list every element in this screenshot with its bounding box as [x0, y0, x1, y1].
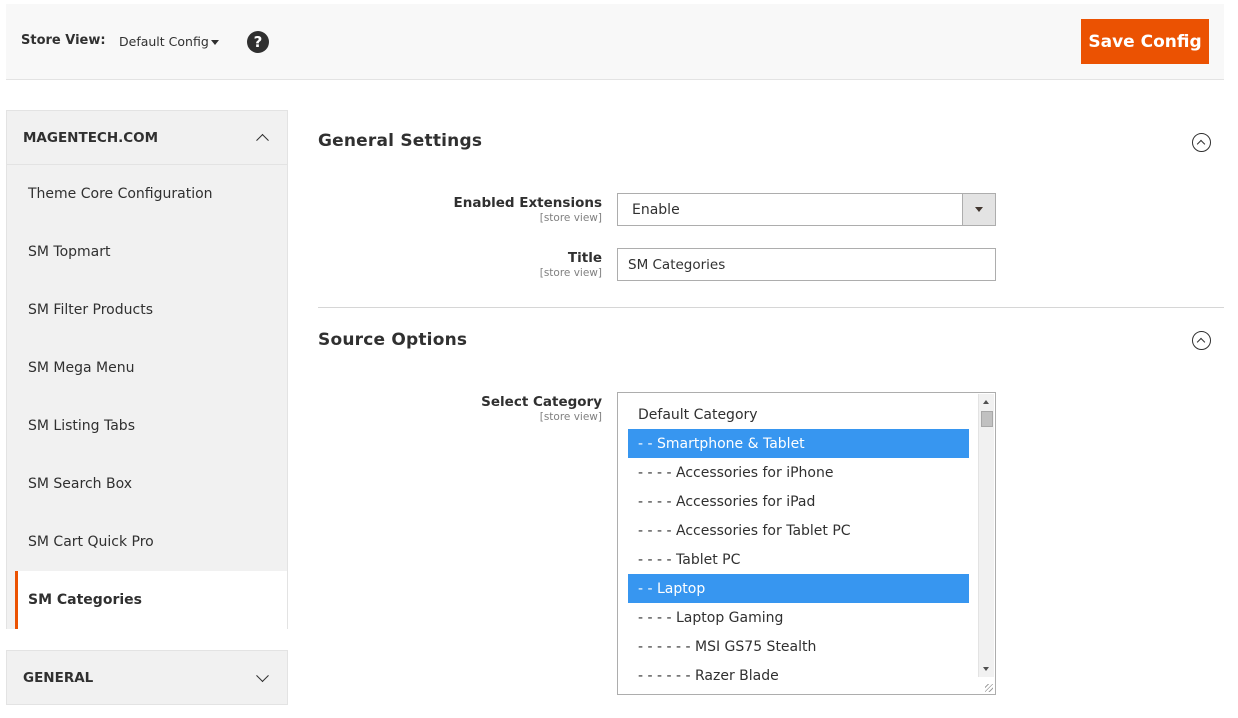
sidebar-section-title: MAGENTECH.COM — [23, 129, 159, 146]
save-config-button[interactable]: Save Config — [1081, 19, 1209, 64]
category-option[interactable]: - - - - Accessories for iPhone — [628, 458, 969, 487]
sidebar-item-sm-filter-products[interactable]: SM Filter Products — [7, 281, 287, 339]
sidebar-item-sm-mega-menu[interactable]: SM Mega Menu — [7, 339, 287, 397]
sidebar-item-sm-cart-quick-pro[interactable]: SM Cart Quick Pro — [7, 513, 287, 571]
sidebar-item-sm-search-box[interactable]: SM Search Box — [7, 455, 287, 513]
select-value: Enable — [632, 201, 680, 218]
field-scope: [store view] — [539, 411, 602, 423]
sidebar-item-list: Theme Core Configuration SM Topmart SM F… — [6, 165, 288, 629]
category-multiselect[interactable]: Default Category - - Smartphone & Tablet… — [617, 392, 996, 695]
title-input[interactable] — [617, 248, 996, 281]
help-icon[interactable]: ? — [247, 31, 269, 53]
scroll-down-arrow-icon[interactable] — [983, 667, 989, 671]
collapse-icon[interactable] — [1192, 133, 1211, 152]
sidebar-item-sm-topmart[interactable]: SM Topmart — [7, 223, 287, 281]
field-label-select-category: Select Category — [481, 394, 602, 410]
collapse-icon[interactable] — [1192, 331, 1211, 350]
category-option[interactable]: - - - - Accessories for iPad — [628, 487, 969, 516]
page-actions-bar: Store View: Default Config ? Save Config — [6, 4, 1224, 80]
sidebar-item-label: SM Categories — [28, 592, 142, 608]
store-view-switcher[interactable]: Default Config — [119, 34, 209, 49]
sidebar-section-magentech[interactable]: MAGENTECH.COM — [6, 110, 288, 165]
sidebar-item-label: SM Filter Products — [28, 302, 153, 318]
field-scope: [store view] — [539, 267, 602, 279]
sidebar-item-sm-listing-tabs[interactable]: SM Listing Tabs — [7, 397, 287, 455]
chevron-down-icon — [256, 668, 269, 682]
resize-handle-icon[interactable] — [985, 684, 993, 692]
sidebar-item-label: SM Topmart — [28, 244, 111, 260]
scrollbar-thumb[interactable] — [981, 411, 993, 427]
sidebar-item-label: Theme Core Configuration — [28, 186, 213, 202]
caret-down-icon[interactable] — [211, 40, 219, 45]
sidebar-item-sm-categories[interactable]: SM Categories — [15, 571, 287, 629]
multiselect-options: Default Category - - Smartphone & Tablet… — [628, 400, 969, 690]
sidebar-item-label: SM Mega Menu — [28, 360, 135, 376]
category-option[interactable]: - - - - Accessories for Tablet PC — [628, 516, 969, 545]
sidebar-item-label: SM Cart Quick Pro — [28, 534, 154, 550]
section-title-source-options[interactable]: Source Options — [318, 330, 467, 350]
field-scope: [store view] — [539, 212, 602, 224]
field-label-title: Title — [567, 250, 602, 266]
section-divider — [318, 307, 1224, 308]
dropdown-arrow-icon[interactable] — [962, 194, 995, 225]
store-view-label: Store View: — [21, 33, 106, 48]
sidebar-item-theme-core-configuration[interactable]: Theme Core Configuration — [7, 165, 287, 223]
category-option[interactable]: - - Laptop — [628, 574, 969, 603]
category-option[interactable]: - - - - - - MSI GS75 Stealth — [628, 632, 969, 661]
field-label-enabled-extensions: Enabled Extensions — [453, 195, 603, 211]
sidebar-section-general[interactable]: GENERAL — [6, 650, 288, 705]
category-option[interactable]: - - - - Tablet PC — [628, 545, 969, 574]
category-option[interactable]: - - - - - - Razer Blade — [628, 661, 969, 690]
category-option[interactable]: - - - - Laptop Gaming — [628, 603, 969, 632]
sidebar-section-title: GENERAL — [23, 669, 94, 686]
sidebar-item-label: SM Search Box — [28, 476, 132, 492]
section-title-general-settings[interactable]: General Settings — [318, 131, 482, 151]
sidebar-item-label: SM Listing Tabs — [28, 418, 135, 434]
scroll-up-arrow-icon[interactable] — [983, 400, 989, 404]
config-sidebar: MAGENTECH.COM Theme Core Configuration S… — [6, 110, 288, 718]
chevron-up-icon — [256, 133, 269, 147]
multiselect-scrollbar[interactable] — [978, 394, 994, 677]
category-option[interactable]: - - Smartphone & Tablet — [628, 429, 969, 458]
enabled-extensions-select[interactable]: Enable — [617, 193, 996, 226]
category-option[interactable]: Default Category — [628, 400, 969, 429]
